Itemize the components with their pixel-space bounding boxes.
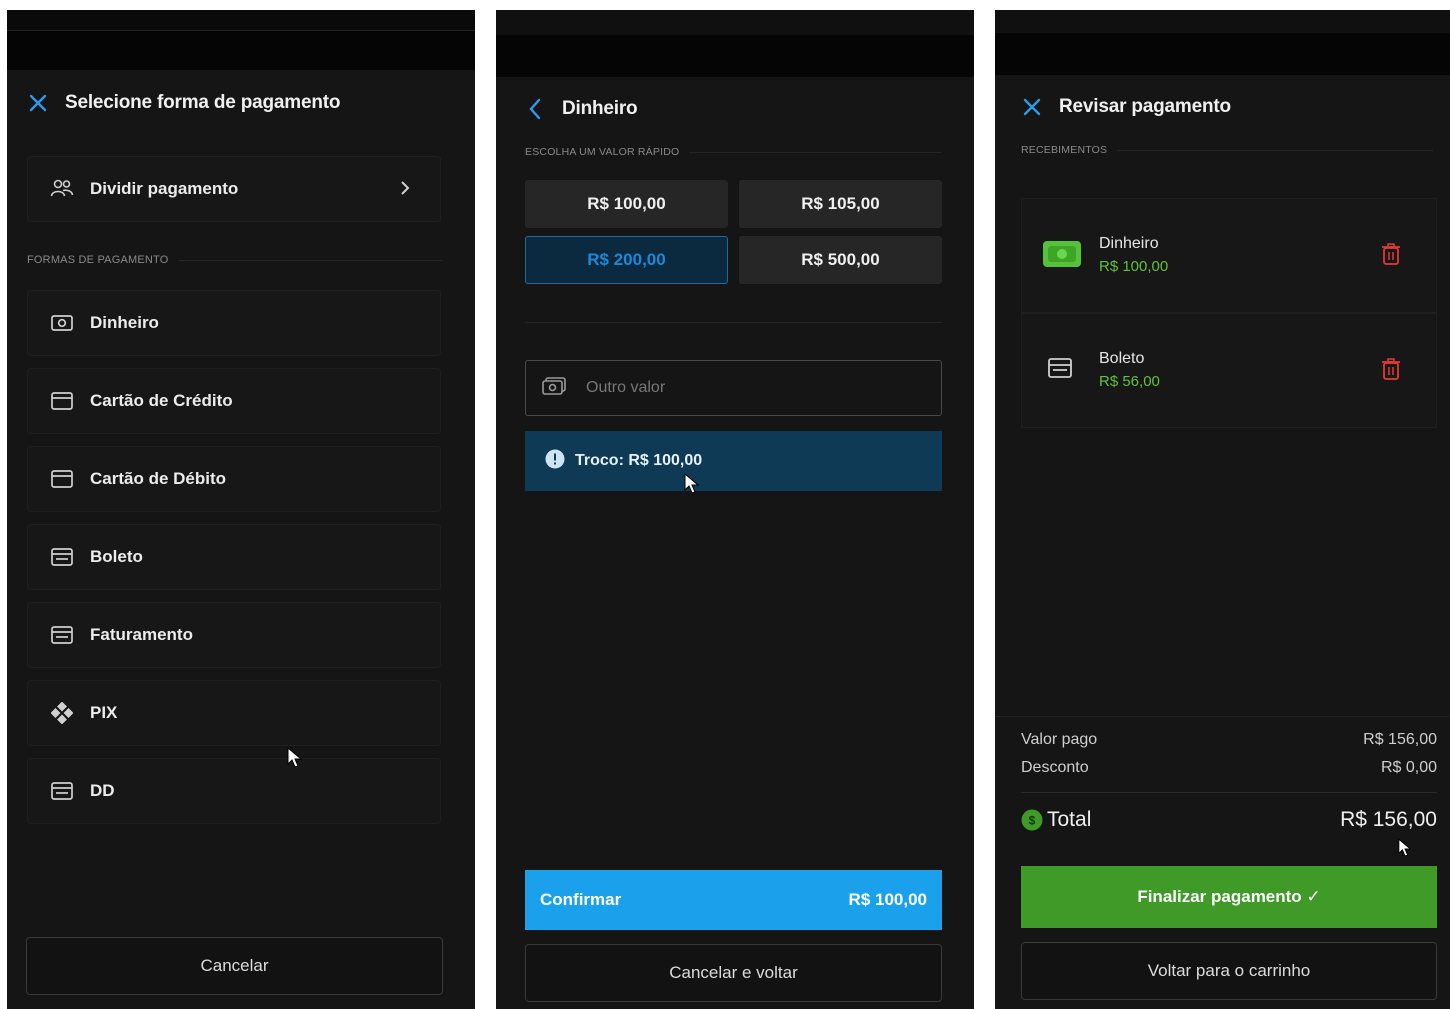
status-bar xyxy=(995,33,1450,75)
section-label: FORMAS DE PAGAMENTO xyxy=(27,254,442,266)
discount-row: Desconto R$ 0,00 xyxy=(1021,759,1437,777)
receipt-name: Boleto xyxy=(1099,350,1145,367)
invoice-icon xyxy=(50,623,74,647)
finish-payment-button[interactable]: Finalizar pagamento ✓ xyxy=(1021,866,1437,928)
cash-green-icon xyxy=(1042,239,1082,274)
section-label: RECEBIMENTOS xyxy=(1021,144,1433,156)
back-to-cart-button[interactable]: Voltar para o carrinho xyxy=(1021,942,1437,1000)
info-icon xyxy=(545,449,565,474)
review-payment-panel: Revisar pagamento RECEBIMENTOS Dinheiro … xyxy=(995,10,1450,1009)
status-bar xyxy=(496,35,974,77)
mouse-cursor-icon xyxy=(684,473,700,494)
close-icon[interactable] xyxy=(1021,96,1043,118)
credit-card-icon xyxy=(50,467,74,491)
quick-value-button[interactable]: R$ 100,00 xyxy=(525,180,728,228)
users-icon xyxy=(50,177,74,201)
quick-value-button-selected[interactable]: R$ 200,00 xyxy=(525,236,728,284)
method-item-faturamento[interactable]: Faturamento xyxy=(27,602,441,668)
method-label: PIX xyxy=(90,703,118,722)
paid-label: Valor pago xyxy=(1021,731,1098,748)
method-label: Cartão de Crédito xyxy=(90,391,233,410)
method-label: DD xyxy=(90,781,115,800)
receipt-item: Boleto R$ 56,00 xyxy=(1021,313,1437,428)
cash-panel: Dinheiro ESCOLHA UM VALOR RÁPIDO R$ 100,… xyxy=(496,10,974,1009)
input-placeholder: Outro valor xyxy=(586,379,666,396)
method-label: Faturamento xyxy=(90,625,193,644)
cash-icon xyxy=(542,376,566,400)
svg-text:$: $ xyxy=(1029,814,1036,828)
page-title: Selecione forma de pagamento xyxy=(65,92,341,113)
method-item-debito[interactable]: Cartão de Débito xyxy=(27,446,441,512)
pix-icon xyxy=(50,701,74,725)
split-payment-button[interactable]: Dividir pagamento xyxy=(27,156,441,222)
trash-icon[interactable] xyxy=(1382,243,1400,270)
other-value-input[interactable]: Outro valor xyxy=(525,360,942,416)
boleto-icon xyxy=(50,545,74,569)
confirm-label: Confirmar xyxy=(540,890,622,909)
mouse-cursor-icon xyxy=(287,747,303,768)
receipt-name: Dinheiro xyxy=(1099,235,1159,252)
divider xyxy=(525,322,942,323)
cash-icon xyxy=(50,311,74,335)
payment-method-panel: Selecione forma de pagamento Dividir pag… xyxy=(7,10,475,1009)
boleto-icon xyxy=(1048,358,1072,383)
credit-card-icon xyxy=(50,389,74,413)
total-value: R$ 156,00 xyxy=(1340,808,1437,831)
method-item-boleto[interactable]: Boleto xyxy=(27,524,441,590)
chevron-right-icon xyxy=(400,179,410,202)
method-item-pix[interactable]: PIX xyxy=(27,680,441,746)
method-label: Boleto xyxy=(90,547,143,566)
mouse-cursor-icon xyxy=(1398,838,1412,857)
divider xyxy=(1021,792,1437,793)
split-payment-label: Dividir pagamento xyxy=(90,179,239,198)
back-chevron-icon[interactable] xyxy=(524,98,546,120)
trash-icon[interactable] xyxy=(1382,358,1400,385)
status-bar xyxy=(7,30,475,70)
change-info-banner: Troco: R$ 100,00 xyxy=(525,431,942,491)
paid-row: Valor pago R$ 156,00 xyxy=(1021,731,1437,749)
receipt-value: R$ 100,00 xyxy=(1099,258,1169,275)
cancel-button[interactable]: Cancelar xyxy=(26,937,443,995)
total-row: $ Total R$ 156,00 xyxy=(1021,808,1437,832)
quick-value-button[interactable]: R$ 105,00 xyxy=(739,180,942,228)
panel-header: Dinheiro xyxy=(496,98,974,120)
method-label: Dinheiro xyxy=(90,313,159,332)
page-title: Dinheiro xyxy=(562,98,638,119)
change-text: Troco: R$ 100,00 xyxy=(575,452,703,469)
total-label: Total xyxy=(1047,808,1092,831)
page-title: Revisar pagamento xyxy=(1059,96,1231,117)
divider xyxy=(995,716,1450,717)
confirm-button[interactable]: Confirmar R$ 100,00 xyxy=(525,870,942,930)
discount-label: Desconto xyxy=(1021,759,1089,776)
quick-value-button[interactable]: R$ 500,00 xyxy=(739,236,942,284)
confirm-amount: R$ 100,00 xyxy=(848,890,927,909)
method-item-credito[interactable]: Cartão de Crédito xyxy=(27,368,441,434)
method-item-dinheiro[interactable]: Dinheiro xyxy=(27,290,441,356)
receipt-item: Dinheiro R$ 100,00 xyxy=(1021,198,1437,313)
paid-value: R$ 156,00 xyxy=(1363,731,1437,748)
panel-header: Revisar pagamento xyxy=(995,96,1450,118)
close-icon[interactable] xyxy=(27,92,49,114)
method-item-dd[interactable]: DD xyxy=(27,758,441,824)
boleto-icon xyxy=(50,779,74,803)
discount-value: R$ 0,00 xyxy=(1380,759,1437,776)
section-label: ESCOLHA UM VALOR RÁPIDO xyxy=(525,146,942,158)
coin-icon: $ xyxy=(1021,809,1043,831)
panel-header: Selecione forma de pagamento xyxy=(7,92,475,114)
receipt-value: R$ 56,00 xyxy=(1099,373,1160,390)
method-label: Cartão de Débito xyxy=(90,469,227,488)
cancel-back-button[interactable]: Cancelar e voltar xyxy=(525,944,942,1002)
